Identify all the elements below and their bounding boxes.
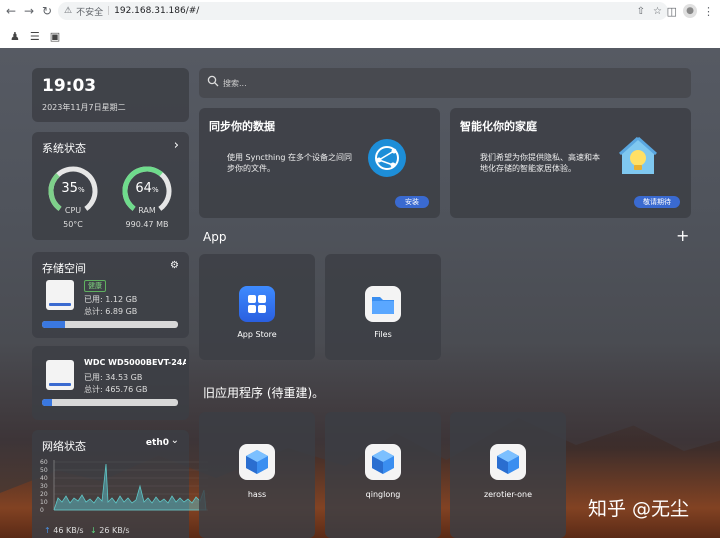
forward-icon[interactable]: → xyxy=(20,2,38,20)
storage-usage-bar xyxy=(42,321,178,328)
search-bar[interactable] xyxy=(199,68,691,98)
storage-usage-fill xyxy=(42,321,65,328)
files-label: Files xyxy=(325,330,441,339)
ram-label: RAM xyxy=(112,206,182,215)
network-title: 网络状态 xyxy=(42,438,86,454)
legacy-section-title: 旧应用程序 (待重建)。 xyxy=(203,384,324,401)
storage-card[interactable]: 存储空间 ⚙ 健康 已用: 1.12 GB 总计: 6.89 GB xyxy=(32,252,189,338)
disk-used: 已用: 34.53 GB xyxy=(84,372,142,383)
ram-percent: 64% xyxy=(120,181,174,196)
health-badge: 健康 xyxy=(84,280,106,292)
sidebar-icon[interactable]: ◫ xyxy=(667,5,677,18)
y-tick-label: 40 xyxy=(40,475,48,482)
star-icon[interactable]: ☆ xyxy=(653,6,662,17)
arrow-up-icon: ↑ xyxy=(44,526,51,535)
sync-promo-title: 同步你的数据 xyxy=(209,118,275,134)
chevron-down-icon[interactable]: ⌄ xyxy=(171,435,179,446)
screen-icon[interactable]: ▣ xyxy=(50,30,60,43)
cpu-percent: 35% xyxy=(46,181,100,196)
arrow-down-icon: ↓ xyxy=(90,526,97,535)
sync-promo-card[interactable]: 同步你的数据 使用 Syncthing 在多个设备之间同步你的文件。 安装 xyxy=(199,108,440,218)
sliders-icon[interactable]: ☰ xyxy=(30,30,40,43)
url-text: 192.168.31.186/#/ xyxy=(114,6,199,16)
y-tick-label: 10 xyxy=(40,499,48,506)
storage-used: 已用: 1.12 GB xyxy=(84,294,137,305)
app-tile-zerotier[interactable]: zerotier-one xyxy=(450,412,566,538)
reload-icon[interactable]: ↻ xyxy=(38,2,56,20)
cpu-label: CPU xyxy=(38,206,108,215)
clock-time: 19:03 xyxy=(42,76,96,96)
app-store-icon xyxy=(239,286,275,322)
browser-chrome: ← → ↻ ⚠ 不安全 | 192.168.31.186/#/ ⇧ ☆ ◫ ● … xyxy=(0,0,720,48)
install-button[interactable]: 安装 xyxy=(395,196,429,208)
address-row: ← → ↻ ⚠ 不安全 | 192.168.31.186/#/ ⇧ ☆ ◫ ● … xyxy=(0,0,720,22)
system-status-card[interactable]: 系统状态 › 35% CPU 50°C 64% RAM 990.47 MB xyxy=(32,132,189,240)
disk-card[interactable]: WDC WD5000BEVT-24A0RT0 已用: 34.53 GB 总计: … xyxy=(32,346,189,420)
interface-select[interactable]: eth0 xyxy=(146,438,169,448)
y-tick-label: 0 xyxy=(40,507,44,512)
coming-soon-button[interactable]: 敬请期待 xyxy=(634,196,680,208)
share-icon[interactable]: ⇧ xyxy=(637,6,645,17)
network-traffic-line xyxy=(54,464,206,510)
smart-home-promo-desc: 我们希望为你提供隐私、高速和本地化存储的智能家居体验。 xyxy=(480,152,600,174)
insecure-label: 不安全 xyxy=(76,5,103,18)
y-tick-label: 50 xyxy=(40,467,48,474)
bookmark-bar: ♟ ☰ ▣ xyxy=(0,26,720,46)
y-tick-label: 30 xyxy=(40,483,48,490)
network-chart: 6050403020100 xyxy=(40,458,212,512)
clock-date: 2023年11月7日星期二 xyxy=(42,102,126,113)
app-tile-app-store[interactable]: App Store xyxy=(199,254,315,360)
download-speed: ↓ 26 KB/s xyxy=(90,526,130,535)
cube-icon xyxy=(365,444,401,480)
clock-card: 19:03 2023年11月7日星期二 xyxy=(32,68,189,122)
smart-home-icon xyxy=(618,134,658,180)
cube-icon xyxy=(490,444,526,480)
app-tile-files[interactable]: Files xyxy=(325,254,441,360)
ram-size: 990.47 MB xyxy=(112,220,182,229)
cube-icon xyxy=(239,444,275,480)
qinglong-label: qinglong xyxy=(325,490,441,499)
warning-icon: ⚠ xyxy=(64,6,72,16)
app-tile-qinglong[interactable]: qinglong xyxy=(325,412,441,538)
apps-section-title: App xyxy=(203,230,226,244)
network-card: 网络状态 eth0 ⌄ 6050403020100 ↑ 46 KB/s ↓ 26… xyxy=(32,430,189,538)
chevron-right-icon[interactable]: › xyxy=(174,138,179,153)
search-icon xyxy=(207,75,219,87)
hass-label: hass xyxy=(199,490,315,499)
profile-avatar-icon[interactable]: ● xyxy=(683,4,697,18)
add-icon[interactable]: + xyxy=(676,226,689,245)
disk-name: WDC WD5000BEVT-24A0RT0 xyxy=(84,358,186,367)
separator: | xyxy=(107,6,110,16)
smart-home-promo-card[interactable]: 智能化你的家庭 我们希望为你提供隐私、高速和本地化存储的智能家居体验。 敬请期待 xyxy=(450,108,691,218)
sync-promo-desc: 使用 Syncthing 在多个设备之间同步你的文件。 xyxy=(227,152,352,174)
gear-icon[interactable]: ⚙ xyxy=(170,260,179,271)
y-tick-label: 20 xyxy=(40,491,48,498)
storage-title: 存储空间 xyxy=(42,260,86,276)
disk-usage-bar xyxy=(42,399,178,406)
disk-total: 总计: 465.76 GB xyxy=(84,384,147,395)
menu-icon[interactable]: ⋮ xyxy=(703,5,714,18)
address-bar[interactable]: ⚠ 不安全 | 192.168.31.186/#/ ⇧ ☆ xyxy=(58,2,668,20)
folder-icon xyxy=(365,286,401,322)
upload-speed: ↑ 46 KB/s xyxy=(44,526,84,535)
back-icon[interactable]: ← xyxy=(2,2,20,20)
dashboard-page: 19:03 2023年11月7日星期二 系统状态 › 35% CPU 50°C … xyxy=(0,48,720,538)
watermark: 知乎 @无尘 xyxy=(588,494,689,521)
smart-home-promo-title: 智能化你的家庭 xyxy=(460,118,537,134)
search-input[interactable] xyxy=(223,74,523,92)
cpu-temp: 50°C xyxy=(38,220,108,229)
drive-icon xyxy=(46,280,74,310)
storage-total: 总计: 6.89 GB xyxy=(84,306,137,317)
zerotier-label: zerotier-one xyxy=(450,490,566,499)
y-tick-label: 60 xyxy=(40,459,48,466)
disk-usage-fill xyxy=(42,399,52,406)
user-icon[interactable]: ♟ xyxy=(10,30,20,43)
system-status-title: 系统状态 xyxy=(42,140,86,156)
app-tile-hass[interactable]: hass xyxy=(199,412,315,538)
usb-drive-icon xyxy=(46,360,74,390)
syncthing-icon xyxy=(367,138,407,178)
app-store-label: App Store xyxy=(199,330,315,339)
